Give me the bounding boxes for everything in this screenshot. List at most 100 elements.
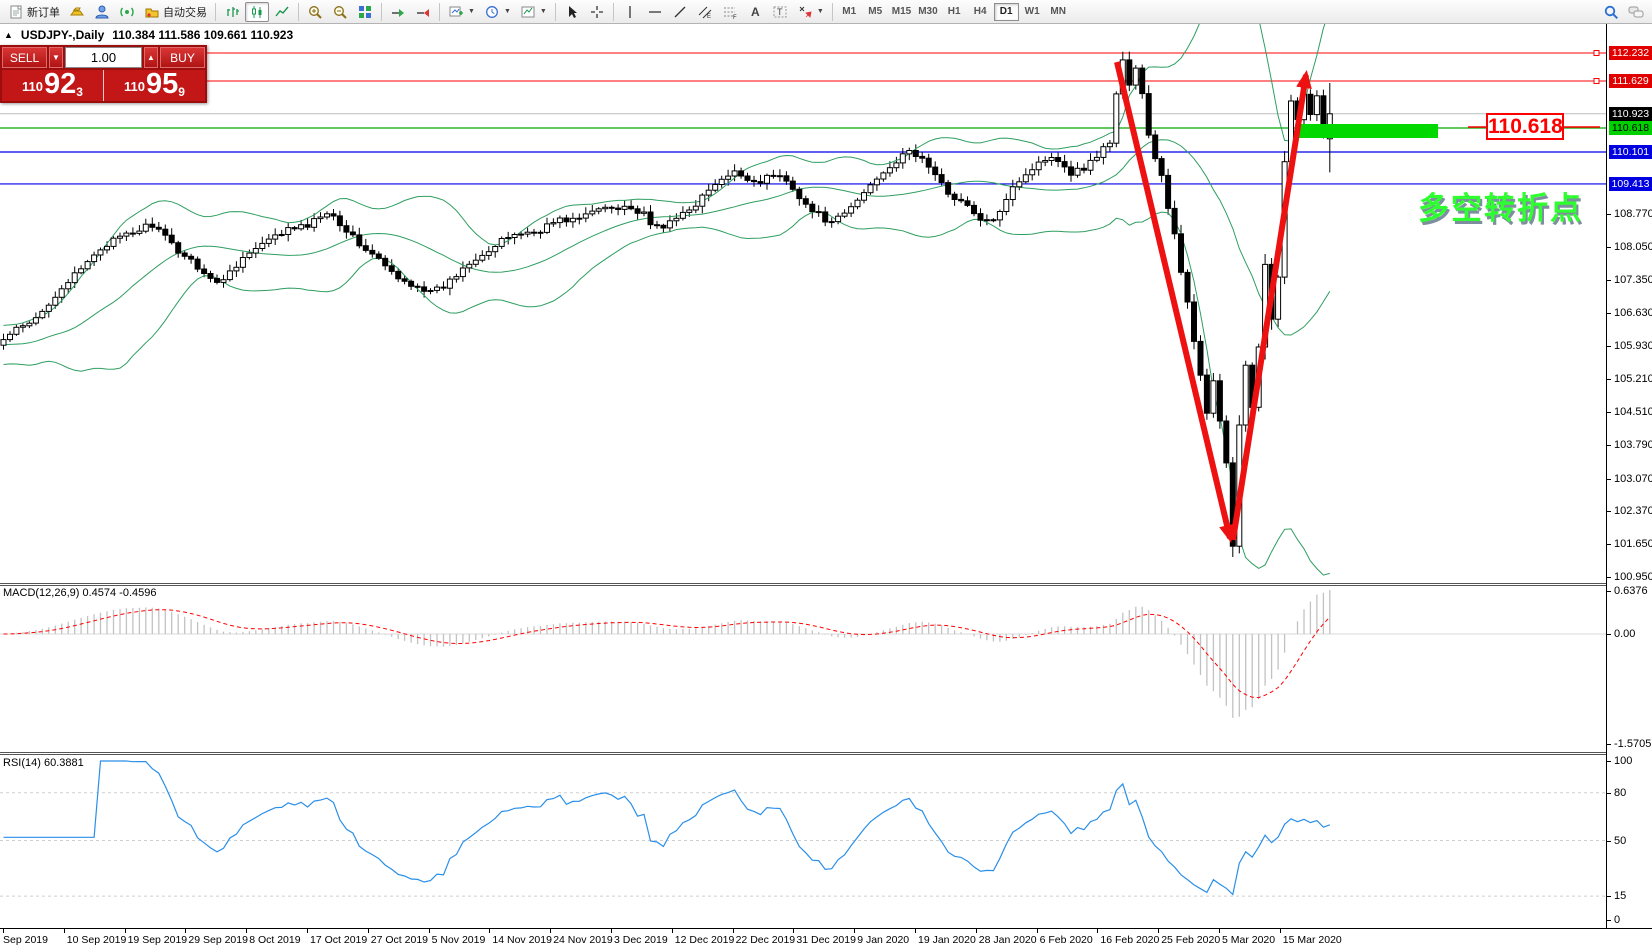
rsi-tick-mark [1607, 792, 1611, 794]
toolbar-chart-shift-button[interactable] [411, 2, 435, 22]
price-badge-110.923: 110.923 [1609, 106, 1652, 121]
main-price-chart[interactable] [0, 24, 1606, 583]
toolbar-tile-windows-button[interactable] [353, 2, 377, 22]
rsi-tick-mark [1607, 761, 1611, 762]
price-tick-label: 106.630 [1614, 307, 1652, 320]
price-tick-label: 103.070 [1614, 472, 1652, 485]
volume-down-button[interactable]: ▼ [49, 47, 63, 68]
sell-price[interactable]: 110 92 3 [2, 70, 104, 101]
toolbar-signals-button[interactable] [115, 2, 139, 22]
toolbar-channel-button[interactable]: E [693, 2, 717, 22]
macd-indicator-label: MACD(12,26,9) 0.4574 -0.4596 [3, 587, 157, 599]
timeframe-m30-button[interactable]: M30 [915, 3, 940, 21]
community-icon [95, 5, 109, 18]
toolbar-cursor-button[interactable] [560, 2, 584, 22]
toolbar-periods-button[interactable]: ▼ [480, 2, 515, 22]
buy-button[interactable]: BUY [160, 47, 205, 68]
toolbar-chat-button[interactable] [1624, 2, 1648, 22]
macd-tick-mark [1607, 634, 1611, 635]
date-label: 9 Jan 2020 [857, 934, 910, 946]
toolbar-horizontal-line-button[interactable] [643, 2, 667, 22]
date-label: 19 Jan 2020 [918, 934, 976, 946]
channel-icon: E [698, 6, 712, 20]
macd-tick-label: 0.6376 [1614, 585, 1648, 597]
main-toolbar: 新订单 自动交易 ▼ ▼ ▼ E F A T ▼ M1 M5 M15 M30 H1 H4 D1 W1 MN [0, 0, 1652, 24]
sell-button[interactable]: SELL [2, 47, 47, 68]
toolbar-community-button[interactable] [90, 2, 114, 22]
sell-price-sup: 3 [76, 85, 83, 99]
toolbar-separator [554, 2, 556, 21]
timeframe-m1-button[interactable]: M1 [837, 3, 862, 21]
toolbar-templates-button[interactable]: ▼ [516, 2, 551, 22]
price-tick-mark [1607, 511, 1611, 513]
buy-price-sup: 9 [178, 85, 185, 99]
toolbar-separator [298, 2, 299, 21]
rsi-tick-label: 15 [1614, 890, 1627, 903]
toolbar-new-chart-button[interactable]: ▼ [444, 2, 479, 22]
tile-windows-icon [359, 5, 371, 18]
toolbar-search-button[interactable] [1599, 2, 1623, 22]
macd-indicator-panel[interactable] [0, 586, 1606, 751]
label-icon: T [773, 6, 787, 17]
quote-line: ▲ USDJPY-,Daily 110.384 111.586 109.661 … [4, 28, 293, 42]
toolbar-label-button[interactable]: T [768, 2, 792, 22]
price-tick-mark [1607, 577, 1611, 578]
buy-price[interactable]: 110 95 9 [104, 70, 205, 101]
rsi-tick-label: 80 [1614, 786, 1627, 799]
trendline-icon [674, 6, 686, 17]
timeframe-m15-button[interactable]: M15 [889, 3, 914, 21]
timeframe-m5-button[interactable]: M5 [863, 3, 888, 21]
one-click-trade-panel: SELL ▼ 1.00 ▲ BUY 110 92 3 110 95 9 [0, 45, 207, 103]
toolbar-fibonacci-button[interactable]: F [718, 2, 742, 22]
toolbar-zoom-out-button[interactable] [328, 2, 352, 22]
crosshair-icon [590, 5, 603, 18]
date-tick-mark [307, 929, 308, 933]
toolbar-zoom-in-button[interactable] [303, 2, 327, 22]
toolbar-text-button[interactable]: A [743, 2, 767, 22]
price-axis[interactable]: 108.770 108.050 107.350 106.630 105.930 105.2… [1606, 24, 1652, 928]
toolbar-separator [439, 2, 440, 21]
chat-icon [1628, 6, 1644, 17]
date-tick-mark [1036, 929, 1038, 933]
rsi-indicator-label: RSI(14) 60.3881 [3, 757, 84, 769]
date-label: 8 Oct 2019 [249, 934, 301, 946]
toolbar-line-chart-button[interactable] [270, 2, 294, 22]
toolbar-separator [612, 2, 614, 21]
svg-text:E: E [707, 14, 711, 20]
date-tick-mark [124, 929, 126, 933]
macd-tick-mark [1607, 744, 1611, 745]
toolbar-candlestick-chart-button[interactable] [245, 1, 269, 22]
panel-separator[interactable] [0, 583, 1652, 584]
toolbar-auto-scroll-button[interactable] [386, 2, 410, 22]
toolbar-auto-trading-button[interactable]: 自动交易 [140, 2, 211, 22]
timeframe-mn-button[interactable]: MN [1046, 3, 1071, 21]
date-label: 17 Oct 2019 [310, 934, 368, 946]
toolbar-crosshair-button[interactable] [585, 2, 609, 22]
date-label: 14 Nov 2019 [492, 934, 552, 946]
toolbar-trendline-button[interactable] [668, 2, 692, 22]
date-tick-mark [1279, 929, 1281, 933]
arrows-icon [799, 6, 812, 18]
date-axis[interactable]: Sep 2019 10 Sep 2019 19 Sep 2019 29 Sep 201… [0, 928, 1652, 949]
rsi-indicator-panel[interactable] [0, 756, 1606, 928]
price-tick-mark [1607, 345, 1611, 347]
timeframe-w1-button[interactable]: W1 [1020, 3, 1045, 21]
price-tick-mark [1607, 445, 1611, 447]
horizontal-level-lines [0, 50, 1606, 185]
date-tick-mark [611, 929, 612, 933]
toolbar-new-order-button[interactable]: 新订单 [4, 2, 64, 22]
date-label: 3 Dec 2019 [614, 934, 668, 946]
toolbar-bar-chart-button[interactable] [220, 2, 244, 22]
toolbar-arrows-button[interactable]: ▼ [793, 2, 828, 22]
toolbar-gold-button[interactable] [65, 2, 89, 22]
volume-input[interactable]: 1.00 [65, 47, 142, 68]
timeframe-d1-button[interactable]: D1 [993, 2, 1019, 21]
toolbar-vertical-line-button[interactable] [618, 2, 642, 22]
bar-chart-icon [227, 6, 239, 17]
price-tick-mark [1607, 279, 1611, 281]
date-tick-mark [915, 929, 916, 933]
panel-separator[interactable] [0, 752, 1652, 753]
timeframe-h4-button[interactable]: H4 [968, 3, 993, 21]
volume-up-button[interactable]: ▲ [144, 47, 158, 68]
timeframe-h1-button[interactable]: H1 [942, 3, 967, 21]
